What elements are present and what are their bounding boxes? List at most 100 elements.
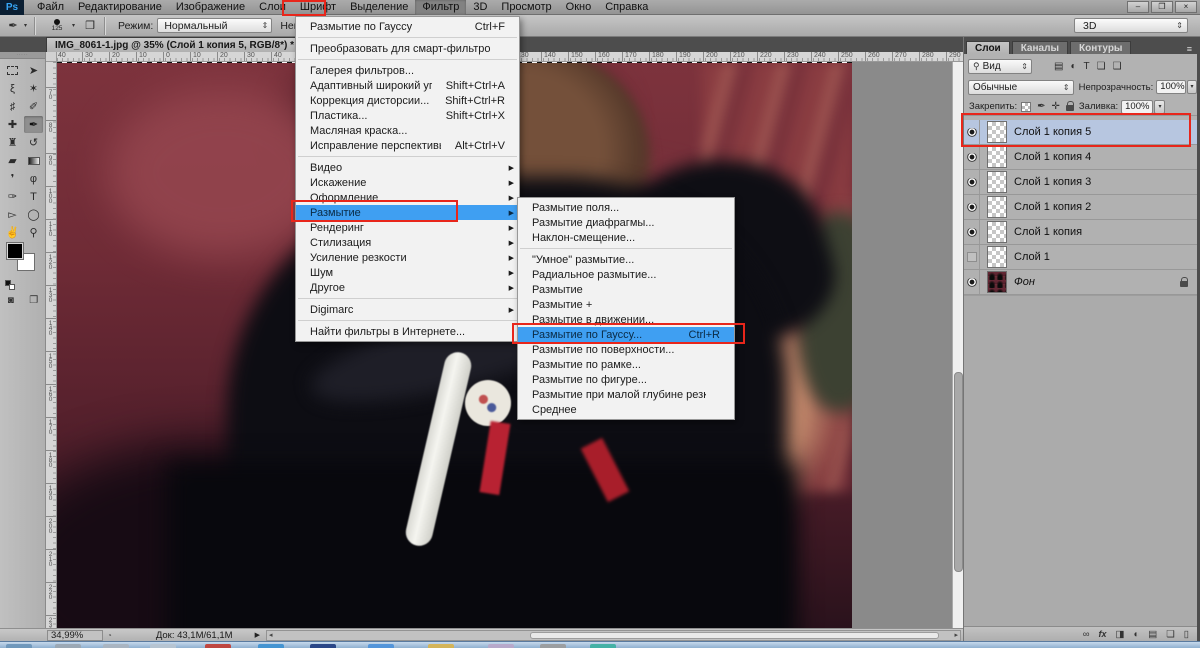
horizontal-scrollbar-thumb[interactable] bbox=[530, 631, 940, 639]
menu-item-field-blur[interactable]: Размытие поля... bbox=[518, 200, 734, 215]
menu-item-digimarc[interactable]: Digimarc ▶ bbox=[296, 302, 519, 317]
menubar-item[interactable]: Справка bbox=[598, 0, 655, 15]
visibility-cell[interactable] bbox=[964, 195, 980, 219]
layer-thumbnail[interactable] bbox=[987, 221, 1007, 243]
close-button[interactable]: × bbox=[1175, 1, 1197, 13]
menu-item-pixelate[interactable]: Оформление ▶ bbox=[296, 190, 519, 205]
menu-item-render[interactable]: Рендеринг ▶ bbox=[296, 220, 519, 235]
taskbar-app-icon[interactable] bbox=[6, 644, 32, 648]
vertical-scrollbar-thumb[interactable] bbox=[954, 372, 963, 572]
menu-item-adaptive-wide-angle[interactable]: Адаптивный широкий угол... Shift+Ctrl+A bbox=[296, 78, 519, 93]
minimize-button[interactable]: – bbox=[1127, 1, 1149, 13]
visibility-cell[interactable] bbox=[964, 145, 980, 169]
panel-tab[interactable]: Слои bbox=[966, 41, 1010, 54]
lock-pixels-icon[interactable]: ✒ bbox=[1037, 101, 1045, 112]
menu-item-other[interactable]: Другое ▶ bbox=[296, 280, 519, 295]
healing-brush-tool-icon[interactable]: ✚ bbox=[3, 116, 22, 133]
menu-item-convert-for-smart-filters[interactable]: Преобразовать для смарт-фильтров bbox=[296, 41, 519, 56]
taskbar-app-icon[interactable] bbox=[310, 644, 336, 648]
visibility-cell[interactable] bbox=[964, 245, 980, 269]
layer-blend-mode-select[interactable]: Обычные ⇕ bbox=[968, 79, 1074, 95]
layer-row[interactable]: Слой 1 копия 2 bbox=[964, 195, 1197, 220]
menu-item-radial-blur[interactable]: Радиальное размытие... bbox=[518, 267, 734, 282]
menu-item-motion-blur[interactable]: Размытие в движении... bbox=[518, 312, 734, 327]
menu-item-average[interactable]: Среднее bbox=[518, 402, 734, 417]
menu-item-distort[interactable]: Искажение ▶ bbox=[296, 175, 519, 190]
panel-menu-icon[interactable]: ≡ bbox=[1187, 44, 1192, 54]
menu-item-lens-blur[interactable]: Размытие при малой глубине резкости... bbox=[518, 387, 734, 402]
menubar-item[interactable]: Просмотр bbox=[494, 0, 558, 15]
menu-item-blur-more[interactable]: Размытие + bbox=[518, 297, 734, 312]
gradient-tool-icon[interactable] bbox=[24, 152, 43, 169]
layer-filter-select[interactable]: ⚲ Вид ⇕ bbox=[968, 58, 1032, 74]
dropdown-arrow-icon[interactable]: ▾ bbox=[1186, 80, 1197, 94]
new-layer-icon[interactable]: ❏ bbox=[1166, 628, 1175, 641]
lasso-tool-icon[interactable]: ξ bbox=[3, 80, 22, 97]
type-tool-icon[interactable]: T bbox=[24, 188, 43, 205]
panel-grip[interactable]: ∙∙∙∙∙ bbox=[0, 52, 45, 59]
layer-group-icon[interactable]: ▤ bbox=[1148, 628, 1157, 641]
layer-row[interactable]: Слой 1 bbox=[964, 245, 1197, 270]
taskbar-app-icon[interactable] bbox=[55, 644, 81, 648]
move-tool-icon[interactable]: ➤ bbox=[24, 62, 43, 79]
menu-item-gaussian-blur[interactable]: Размытие по Гауссу... Ctrl+R bbox=[518, 327, 734, 342]
pen-tool-icon[interactable]: ✑ bbox=[3, 188, 22, 205]
layer-row[interactable]: Слой 1 копия bbox=[964, 220, 1197, 245]
layer-row[interactable]: Слой 1 копия 4 bbox=[964, 145, 1197, 170]
lock-position-icon[interactable]: ✛ bbox=[1052, 101, 1060, 112]
brush-dropdown-icon[interactable]: ▾ bbox=[72, 22, 75, 29]
menubar-item[interactable]: Файл bbox=[30, 0, 71, 15]
adjustment-layer-icon[interactable]: ◐ bbox=[1134, 628, 1140, 641]
brush-tool-icon[interactable]: ✒ bbox=[24, 116, 43, 133]
foreground-color-swatch[interactable] bbox=[6, 242, 24, 260]
history-brush-tool-icon[interactable]: ↺ bbox=[24, 134, 43, 151]
visibility-cell[interactable] bbox=[964, 120, 980, 144]
layer-thumbnail[interactable] bbox=[987, 271, 1007, 293]
status-flyout-icon[interactable]: ▶ bbox=[255, 631, 260, 639]
menu-item-sharpen[interactable]: Усиление резкости ▶ bbox=[296, 250, 519, 265]
menu-item-blur[interactable]: Размытие ▶ bbox=[296, 205, 519, 220]
screen-mode-icon[interactable]: ❐ bbox=[29, 295, 38, 306]
crop-tool-icon[interactable]: ♯ bbox=[3, 98, 22, 115]
magic-wand-tool-icon[interactable]: ✶ bbox=[24, 80, 43, 97]
preset-dropdown-icon[interactable]: ▾ bbox=[24, 22, 27, 29]
menubar-item[interactable]: Слои bbox=[252, 0, 293, 15]
panel-tab[interactable]: Каналы bbox=[1011, 41, 1068, 54]
menubar-item[interactable]: Изображение bbox=[169, 0, 252, 15]
menu-item-blur[interactable]: Размытие bbox=[518, 282, 734, 297]
menu-item-gaussian-blur-last[interactable]: Размытие по Гауссу Ctrl+F bbox=[296, 19, 519, 34]
lock-transparency-icon[interactable] bbox=[1021, 101, 1032, 112]
fill-input[interactable]: 100% bbox=[1121, 99, 1154, 114]
menu-item-lens-correction[interactable]: Коррекция дисторсии... Shift+Ctrl+R bbox=[296, 93, 519, 108]
layer-row[interactable]: Фон bbox=[964, 270, 1197, 295]
layer-opacity-input[interactable]: 100% bbox=[1156, 80, 1186, 94]
workspace-select[interactable]: 3D ⇕ bbox=[1074, 18, 1188, 33]
layer-thumbnail[interactable] bbox=[987, 196, 1007, 218]
layer-thumbnail[interactable] bbox=[987, 146, 1007, 168]
menubar-item[interactable]: Шрифт bbox=[293, 0, 343, 15]
menu-item-oil-paint[interactable]: Масляная краска... bbox=[296, 123, 519, 138]
taskbar-app-icon[interactable] bbox=[150, 644, 176, 648]
toggle-brush-panel-icon[interactable]: ❒ bbox=[81, 17, 99, 34]
delete-layer-icon[interactable]: ▯ bbox=[1184, 628, 1189, 641]
menu-item-stylize[interactable]: Стилизация ▶ bbox=[296, 235, 519, 250]
horizontal-scrollbar[interactable]: ◂ ▸ bbox=[265, 629, 961, 641]
zoom-tool-icon[interactable]: ⚲ bbox=[24, 224, 43, 241]
menu-item-noise[interactable]: Шум ▶ bbox=[296, 265, 519, 280]
filter-shape-icon[interactable]: ❏ bbox=[1097, 61, 1106, 72]
menu-item-box-blur[interactable]: Размытие по рамке... bbox=[518, 357, 734, 372]
layer-row[interactable]: Слой 1 копия 5 bbox=[964, 120, 1197, 145]
dodge-tool-icon[interactable]: φ bbox=[24, 170, 43, 187]
lock-all-icon[interactable] bbox=[1065, 101, 1074, 111]
scroll-left-icon[interactable]: ◂ bbox=[269, 631, 273, 640]
filter-adjustment-icon[interactable]: ◐ bbox=[1070, 61, 1076, 72]
menu-item-video[interactable]: Видео ▶ bbox=[296, 160, 519, 175]
taskbar-app-icon[interactable] bbox=[488, 644, 514, 648]
eyedropper-tool-icon[interactable]: ✐ bbox=[24, 98, 43, 115]
rectangular-marquee-tool-icon[interactable] bbox=[3, 62, 22, 79]
shape-tool-icon[interactable]: ◯ bbox=[24, 206, 43, 223]
path-selection-tool-icon[interactable]: ▻ bbox=[3, 206, 22, 223]
tool-preset-icon[interactable]: ✒ bbox=[4, 17, 22, 34]
filter-image-icon[interactable]: ▤ bbox=[1054, 61, 1063, 72]
taskbar-app-icon[interactable] bbox=[368, 644, 394, 648]
